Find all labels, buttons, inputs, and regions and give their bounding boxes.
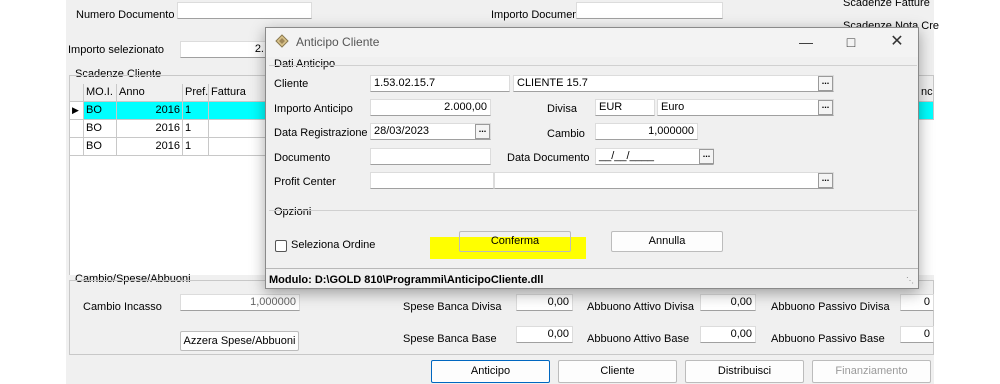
divisa-label: Divisa (547, 103, 577, 115)
grid-header-banca[interactable]: nca (919, 84, 934, 102)
abbuono-passivo-divisa-label: Abbuono Passivo Divisa (771, 301, 890, 313)
opzioni-label: Opzioni (274, 206, 312, 218)
dati-anticipo-label: Dati Anticipo (274, 58, 336, 70)
data-documento-label: Data Documento (507, 152, 590, 164)
abbuono-attivo-base-field[interactable]: 0,00 (700, 326, 756, 343)
grid-corner (70, 84, 84, 102)
cliente-name-field[interactable]: CLIENTE 15.7 (513, 75, 834, 92)
table-cell[interactable]: 1 (183, 120, 209, 138)
dialog-title: Anticipo Cliente (296, 35, 380, 49)
cliente-label: Cliente (274, 78, 309, 90)
grid-header-anno[interactable]: Anno (117, 84, 183, 102)
grid-header-moi[interactable]: MO.I. (84, 84, 117, 102)
importo-selezionato-field: 2. (180, 41, 268, 58)
profit-center-name-field[interactable] (494, 172, 834, 189)
documento-field[interactable] (370, 148, 491, 165)
distribuisci-button[interactable]: Distribuisci (685, 360, 804, 383)
cambio-label: Cambio (547, 128, 585, 140)
annulla-button[interactable]: Annulla (611, 231, 723, 252)
maximize-icon[interactable]: □ (841, 33, 861, 51)
desktop-right-margin (934, 0, 1000, 384)
divider (269, 65, 917, 66)
anticipo-button[interactable]: Anticipo (431, 360, 550, 383)
spese-banca-divisa-field[interactable]: 0,00 (516, 294, 573, 311)
abbuono-attivo-divisa-label: Abbuono Attivo Divisa (587, 301, 695, 313)
row-indicator-icon: ▶ (70, 102, 84, 120)
cliente-button[interactable]: Cliente (558, 360, 677, 383)
table-cell[interactable] (209, 120, 269, 138)
divisa-code-field[interactable]: EUR (595, 99, 655, 116)
azzera-spese-abbuoni-button[interactable]: Azzera Spese/Abbuoni (180, 331, 299, 351)
data-documento-picker-button[interactable]: ... (699, 149, 714, 164)
status-divider (266, 268, 918, 269)
table-cell[interactable]: BO (84, 138, 117, 156)
importo-anticipo-field[interactable]: 2.000,00 (370, 99, 491, 116)
status-bar-text: Modulo: D:\GOLD 810\Programmi\AnticipoCl… (269, 274, 544, 286)
cliente-lookup-button[interactable]: ... (818, 76, 833, 91)
table-cell[interactable]: BO (84, 120, 117, 138)
spese-banca-base-field[interactable]: 0,00 (516, 326, 573, 343)
table-cell[interactable]: BO (84, 102, 117, 120)
cliente-code-field[interactable]: 1.53.02.15.7 (370, 75, 510, 92)
abbuono-passivo-base-label: Abbuono Passivo Base (771, 333, 885, 345)
abbuono-attivo-base-label: Abbuono Attivo Base (587, 333, 690, 345)
importo-anticipo-label: Importo Anticipo (274, 103, 353, 115)
divider (269, 210, 917, 211)
data-registrazione-picker-button[interactable]: ... (475, 124, 490, 139)
importo-documento-label: Importo Documento (491, 9, 588, 21)
close-icon[interactable]: ✕ (887, 33, 907, 51)
dialog-titlebar[interactable]: Anticipo Cliente — □ ✕ (266, 28, 918, 57)
spese-banca-divisa-label: Spese Banca Divisa (403, 301, 502, 313)
abbuono-passivo-base-field[interactable]: 0 (900, 326, 934, 343)
grid-header-fattura[interactable]: Fattura (209, 84, 269, 102)
abbuono-attivo-divisa-field[interactable]: 0,00 (700, 294, 756, 311)
data-documento-field[interactable]: __/__/____ (595, 148, 714, 165)
table-cell[interactable]: 2016 (117, 138, 183, 156)
data-registrazione-label: Data Registrazione (274, 127, 368, 139)
numero-documento-field[interactable] (177, 2, 312, 19)
cambio-incasso-field[interactable]: 1,000000 (180, 294, 300, 311)
table-cell[interactable]: 2016 (117, 120, 183, 138)
importo-selezionato-label: Importo selezionato (68, 44, 164, 56)
divisa-lookup-button[interactable]: ... (818, 100, 833, 115)
row-header (70, 120, 84, 138)
minimize-icon[interactable]: — (796, 33, 816, 51)
spese-banca-base-label: Spese Banca Base (403, 333, 497, 345)
numero-documento-label: Numero Documento (76, 9, 175, 21)
importo-documento-field[interactable] (576, 2, 723, 19)
profit-center-lookup-button[interactable]: ... (818, 173, 833, 188)
table-cell[interactable]: 1 (183, 138, 209, 156)
table-cell[interactable] (209, 138, 269, 156)
profit-center-label: Profit Center (274, 176, 336, 188)
profit-center-code-field[interactable] (370, 172, 494, 189)
seleziona-ordine-checkbox[interactable] (275, 240, 287, 252)
grid-header-pref[interactable]: Pref. (183, 84, 209, 102)
app-diamond-icon (275, 34, 289, 48)
desktop-left-margin (0, 0, 66, 384)
anticipo-cliente-dialog: Anticipo Cliente — □ ✕ Dati Anticipo Cli… (265, 27, 919, 289)
abbuono-passivo-divisa-field[interactable]: 0 (900, 294, 934, 311)
documento-label: Documento (274, 152, 331, 164)
cambio-incasso-label: Cambio Incasso (83, 301, 162, 313)
cambio-field[interactable]: 1,000000 (595, 123, 698, 140)
finanziamento-button[interactable]: Finanziamento (812, 360, 931, 383)
table-cell[interactable]: 2016 (117, 102, 183, 120)
divisa-name-field[interactable]: Euro (657, 99, 834, 116)
row-header (70, 138, 84, 156)
seleziona-ordine-label: Seleziona Ordine (291, 239, 376, 251)
resize-grip-icon[interactable]: ⋱ (906, 276, 914, 285)
data-registrazione-field[interactable]: 28/03/2023 (370, 123, 491, 140)
conferma-button[interactable]: Conferma (459, 231, 571, 252)
table-cell[interactable]: 1 (183, 102, 209, 120)
scadenze-fatture-tab[interactable]: Scadenze Fatture (843, 0, 930, 9)
